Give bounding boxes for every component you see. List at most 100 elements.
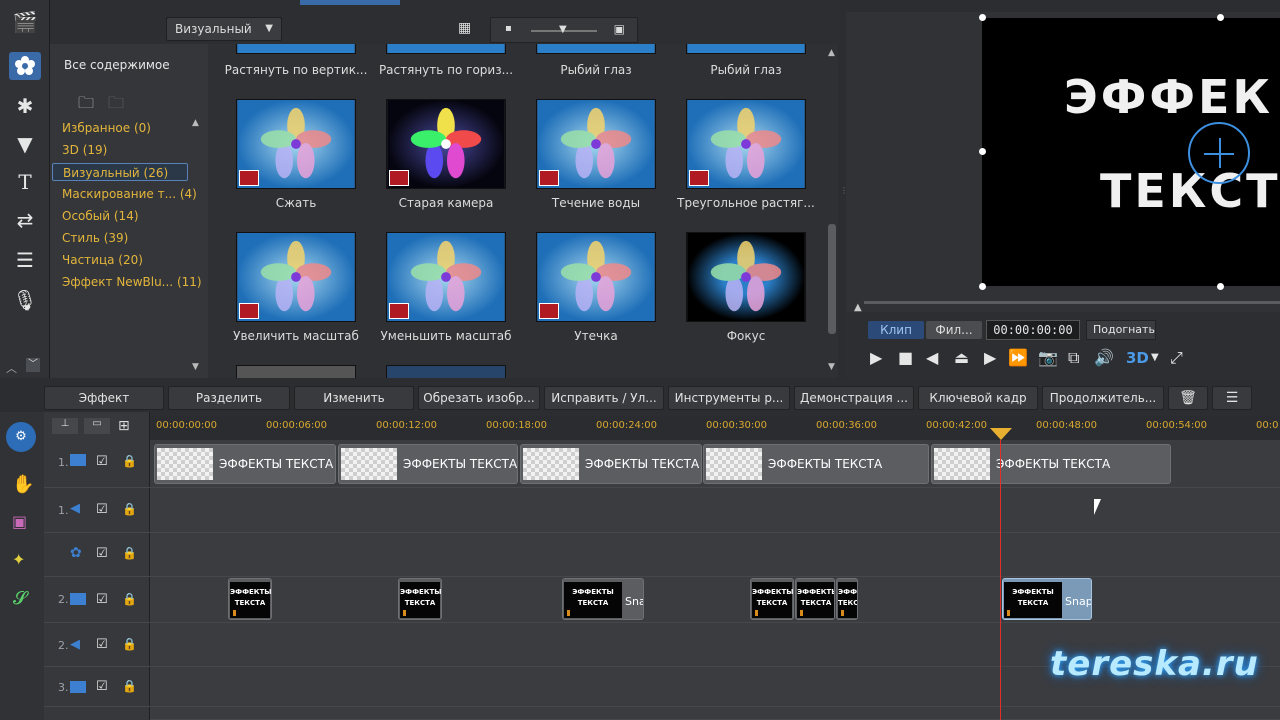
category-masking[interactable]: Маскирование т... (4) — [62, 185, 197, 203]
3d-dropdown-icon[interactable]: ▼ — [1151, 352, 1159, 363]
modify-button[interactable]: Изменить — [294, 386, 414, 410]
track-audio-1[interactable] — [150, 488, 1280, 533]
effects-room-icon[interactable] — [9, 52, 41, 80]
3d-mode-button[interactable]: 3D — [1126, 349, 1149, 367]
fix-enhance-button[interactable]: Исправить / Ул... — [544, 386, 664, 410]
slider-thumb[interactable]: ▼ — [559, 24, 567, 35]
clip-mode-tab[interactable]: Клип — [868, 321, 924, 339]
fast-forward-icon[interactable]: ⏩ — [1008, 348, 1028, 367]
transition-icon[interactable]: ⇄ — [9, 206, 41, 234]
duration-button[interactable]: Продолжитель... — [1042, 386, 1164, 410]
category-3d[interactable]: 3D (19) — [62, 141, 107, 159]
split-button[interactable]: Разделить — [168, 386, 290, 410]
stop-icon[interactable]: ■ — [898, 348, 913, 367]
effect-thumbnail-squeeze[interactable] — [236, 99, 356, 189]
video-overlay-icon[interactable]: ▣ — [12, 512, 27, 531]
effect-thumbnail[interactable] — [686, 44, 806, 54]
movie-mode-tab[interactable]: Фил... — [926, 321, 982, 339]
track-enable-checkbox[interactable]: ☑ — [96, 454, 108, 469]
more-options-icon[interactable]: ☰ — [1212, 386, 1252, 410]
scroll-down-icon[interactable]: ▼ — [192, 362, 199, 372]
snapshot-icon[interactable]: 📷 — [1038, 348, 1058, 367]
category-favorites[interactable]: Избранное (0) — [62, 119, 151, 137]
effect-thumbnail-triangle-stretch[interactable] — [686, 99, 806, 189]
scrubber-start-icon[interactable]: ▲ — [854, 302, 862, 313]
split-icon[interactable]: ⏏ — [954, 348, 969, 367]
chevron-down-icon[interactable]: ﹀ — [26, 358, 40, 372]
category-style[interactable]: Стиль (39) — [62, 229, 128, 247]
effects-scrollbar-thumb[interactable] — [828, 224, 836, 334]
track-enable-checkbox[interactable]: ☑ — [96, 592, 108, 607]
fit-dropdown[interactable]: Подогнать — [1086, 320, 1156, 340]
category-newblue[interactable]: Эффект NewBlu... (11) — [62, 273, 202, 291]
video-clip[interactable]: ЭФФЕКТЫ ТЕКСТА — [228, 578, 272, 620]
crop-button[interactable]: Обрезать изобр... — [418, 386, 540, 410]
fx-icon[interactable]: 𝓢 — [13, 588, 27, 609]
title-clip[interactable]: ЭФФЕКТЫ ТЕКСТА — [154, 444, 336, 484]
timeline-ruler[interactable]: 00:00:00:00 00:00:06:00 00:00:12:00 00:0… — [150, 416, 1280, 440]
category-particle[interactable]: Частица (20) — [62, 251, 143, 269]
pip-objects-icon[interactable]: ✱ — [9, 92, 41, 120]
lock-icon[interactable]: 🔒 — [122, 637, 137, 651]
category-visual[interactable]: Визуальный (26) — [52, 163, 188, 181]
timecode-display[interactable]: 00:00:00:00 — [986, 320, 1080, 340]
title-clip[interactable]: ЭФФЕКТЫ ТЕКСТА — [703, 444, 929, 484]
voiceover-icon[interactable]: 🎙 — [9, 286, 41, 314]
track-audio-3[interactable] — [150, 707, 1280, 720]
effect-thumbnail-old-camera[interactable] — [386, 99, 506, 189]
hand-icon[interactable]: ✋ — [12, 474, 34, 495]
scroll-up-icon[interactable]: ▲ — [192, 118, 199, 128]
effect-thumbnail[interactable] — [386, 44, 506, 54]
track-enable-checkbox[interactable]: ☑ — [96, 637, 108, 652]
lock-icon[interactable]: 🔒 — [122, 592, 137, 606]
folder-icon[interactable]: 🗀 — [108, 92, 124, 119]
resize-handle[interactable] — [1217, 14, 1224, 21]
lock-icon[interactable]: 🔒 — [122, 679, 137, 693]
media-room-icon[interactable]: 🎬 — [9, 8, 41, 36]
effect-thumbnail[interactable] — [386, 365, 506, 378]
particle-icon[interactable]: ▼ — [9, 130, 41, 158]
next-frame-icon[interactable]: ▶ — [984, 348, 996, 367]
effect-thumbnail-water-flow[interactable] — [536, 99, 656, 189]
play-icon[interactable]: ▶ — [870, 348, 882, 367]
demo-button[interactable]: Демонстрация ... — [794, 386, 914, 410]
tools-button[interactable]: Инструменты р... — [668, 386, 790, 410]
fit-timeline-icon[interactable]: ⊥ — [52, 418, 78, 434]
preview-scrubber[interactable] — [864, 301, 1280, 304]
resize-handle[interactable] — [1217, 283, 1224, 290]
video-clip[interactable]: ЭФФЕКТЫ ТЕКСТА — [795, 578, 835, 620]
filter-dropdown[interactable]: Визуальный ▼ — [166, 17, 282, 41]
volume-icon[interactable]: 🔊 — [1094, 348, 1114, 367]
storyboard-icon[interactable]: ▭ — [84, 418, 110, 434]
effect-thumbnail[interactable] — [536, 44, 656, 54]
effect-thumbnail-focus[interactable] — [686, 232, 806, 322]
chevron-up-icon[interactable]: ︿ — [6, 360, 17, 376]
scroll-down-icon[interactable]: ▼ — [828, 362, 835, 372]
resize-handle[interactable] — [979, 14, 986, 21]
track-enable-checkbox[interactable]: ☑ — [96, 502, 108, 517]
effect-thumbnail-zoom-in[interactable] — [236, 232, 356, 322]
track-effect[interactable] — [150, 533, 1280, 577]
effect-thumbnail[interactable] — [236, 365, 356, 378]
track-enable-checkbox[interactable]: ☑ — [96, 679, 108, 694]
video-clip-selected[interactable]: ЭФФЕКТЫ ТЕКСТА Snap — [1002, 578, 1092, 620]
track-video-2[interactable] — [150, 577, 1280, 623]
preview-screen[interactable]: ЭФФЕК ТЕКСТ — [982, 18, 1280, 286]
trash-icon[interactable]: 🗑 — [1168, 386, 1208, 410]
video-clip[interactable]: ЭФФЕКТЫ ТЕКСТАSnap — [562, 578, 644, 620]
lock-icon[interactable]: 🔒 — [122, 546, 137, 560]
effect-button[interactable]: Эффект — [44, 386, 164, 410]
timeline-mode-icon[interactable]: ⚙ — [6, 422, 36, 452]
previous-frame-icon[interactable]: ◀ — [926, 348, 938, 367]
lock-icon[interactable]: 🔒 — [122, 454, 137, 468]
category-special[interactable]: Особый (14) — [62, 207, 139, 225]
video-clip[interactable]: ЭФФЕКТЫ ТЕКСТА — [398, 578, 442, 620]
keyframe-button[interactable]: Ключевой кадр — [918, 386, 1038, 410]
title-clip[interactable]: ЭФФЕКТЫ ТЕКСТА — [338, 444, 518, 484]
add-track-icon[interactable]: ⊞ — [118, 418, 130, 434]
all-content-label[interactable]: Все содержимое — [64, 58, 170, 72]
splitter-handle[interactable]: ⋮ — [840, 186, 848, 200]
effect-thumbnail-leak[interactable] — [536, 232, 656, 322]
new-folder-icon[interactable]: 🗀 — [78, 92, 94, 119]
video-clip[interactable]: ЭФФЕКТЫ ТЕКСТА — [750, 578, 794, 620]
